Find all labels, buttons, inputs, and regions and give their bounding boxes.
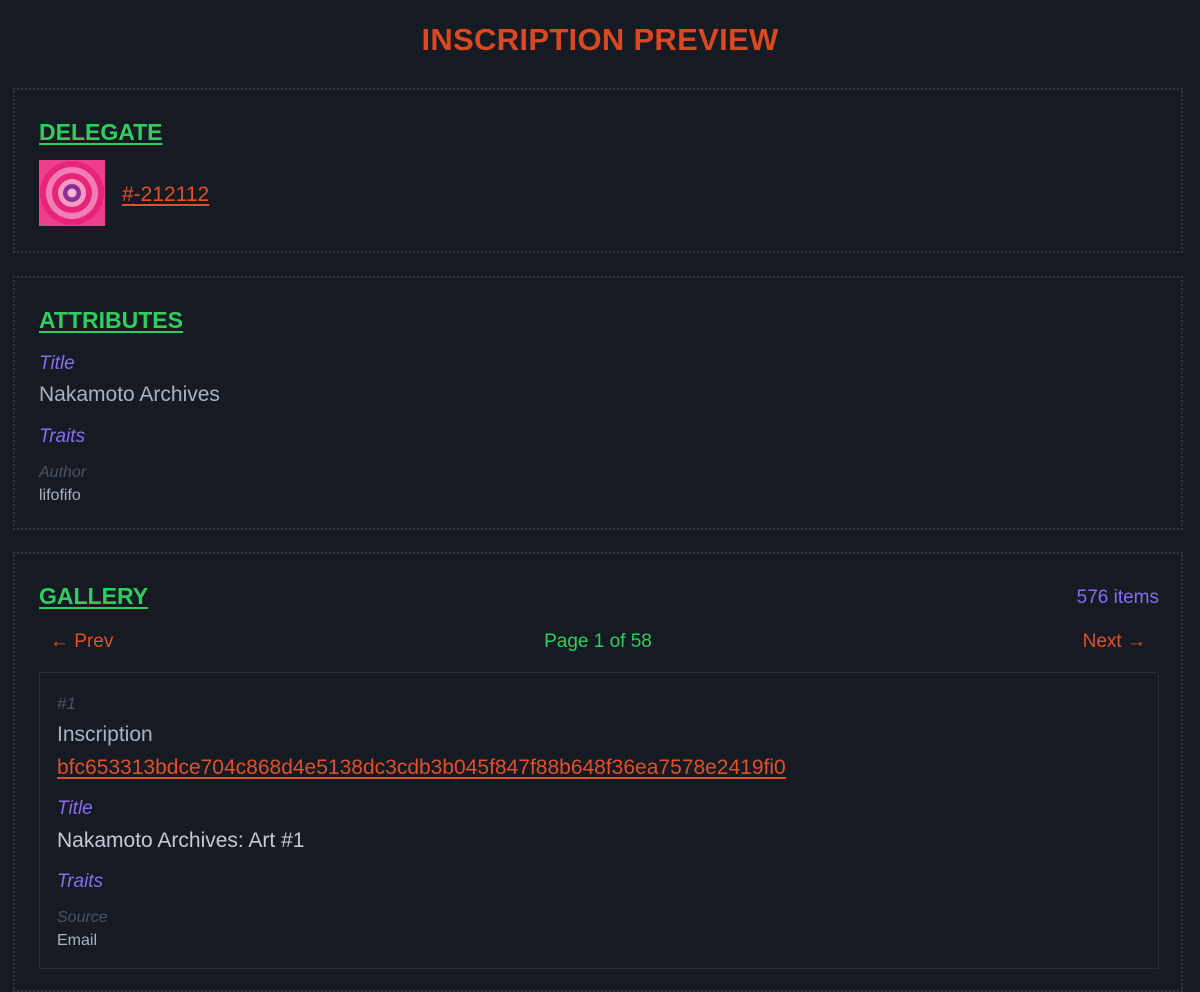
page-indicator: Page 1 of 58	[544, 631, 652, 652]
attributes-heading[interactable]: ATTRIBUTES	[39, 307, 183, 334]
item-title-label: Title	[57, 798, 93, 819]
item-title-value: Nakamoto Archives: Art #1	[57, 829, 305, 852]
gallery-panel: GALLERY 576 items ← Prev Page 1 of 58 Ne…	[13, 552, 1183, 992]
delegate-panel: DELEGATE #-212112	[13, 88, 1183, 253]
trait-key-source: Source	[57, 909, 108, 926]
traits-label: Traits	[39, 426, 86, 447]
concentric-circles-icon	[39, 160, 105, 226]
title-label: Title	[39, 353, 75, 374]
trait-value-author: lifofifo	[39, 487, 81, 504]
gallery-heading[interactable]: GALLERY	[39, 583, 148, 610]
attributes-panel: ATTRIBUTES Title Nakamoto Archives Trait…	[13, 276, 1183, 530]
inscription-id-link[interactable]: bfc653313bdce704c868d4e5138dc3cdb3b045f8…	[57, 756, 786, 780]
trait-value-source: Email	[57, 932, 98, 949]
gallery-item-count: 576 items	[1076, 587, 1159, 608]
item-traits-label: Traits	[57, 871, 104, 892]
item-index: #1	[57, 694, 76, 713]
trait-key-author: Author	[39, 464, 87, 481]
title-value: Nakamoto Archives	[39, 383, 220, 406]
page-title: INSCRIPTION PREVIEW	[421, 22, 779, 57]
delegate-heading[interactable]: DELEGATE	[39, 119, 163, 146]
gallery-item-card: #1 Inscription bfc653313bdce704c868d4e51…	[39, 672, 1159, 969]
inscription-label: Inscription	[57, 723, 153, 746]
delegate-thumbnail[interactable]	[39, 160, 105, 226]
next-page-button[interactable]: Next →	[1083, 631, 1146, 653]
delegate-inscription-link[interactable]: #-212112	[122, 183, 209, 207]
